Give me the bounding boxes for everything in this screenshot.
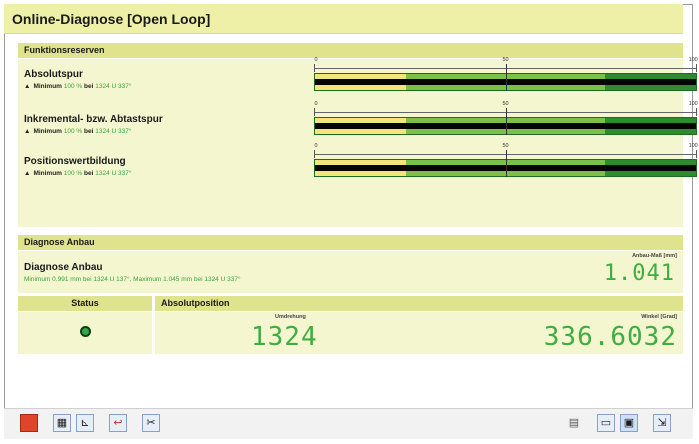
chart-icon[interactable]: ⊾ bbox=[76, 414, 94, 432]
anbau-sub-text: Minimum 0.991 mm bei 1324 U 137°, Maximu… bbox=[24, 276, 241, 283]
reserve-bar-inkremental: 0 50 100 bbox=[314, 101, 698, 136]
angle-label: Winkel [Grad] bbox=[641, 314, 677, 320]
window-icon[interactable]: ▭ bbox=[597, 414, 615, 432]
anbau-row-title: Diagnose Anbau bbox=[24, 262, 103, 273]
anbau-panel: Diagnose Anbau Minimum 0.991 mm bei 1324… bbox=[18, 251, 683, 293]
triangle-icon: ▲ bbox=[24, 128, 31, 135]
row-title-positionswertbildung: Positionswertbildung bbox=[24, 156, 126, 167]
stop-icon[interactable] bbox=[20, 414, 38, 432]
row-sub-inkremental: ▲ Minimum 100 % bei 1324 U 337° bbox=[24, 128, 132, 135]
anbau-measure-value: 1.041 bbox=[603, 261, 675, 286]
save-icon[interactable]: ▤ bbox=[565, 414, 583, 432]
export-icon[interactable]: ⇲ bbox=[653, 414, 671, 432]
status-header: Status bbox=[18, 296, 152, 311]
row-sub-absolutspur: ▲ Minimum 100 % bei 1324 U 337° bbox=[24, 83, 132, 90]
section-funktionsreserven: Funktionsreserven bbox=[18, 43, 683, 58]
absolutposition-panel: Umdrehung 1324 Winkel [Grad] 336.6032 bbox=[155, 312, 683, 354]
turns-label: Umdrehung bbox=[275, 314, 306, 320]
status-led bbox=[80, 326, 91, 337]
tools-icon[interactable]: ✂ bbox=[142, 414, 160, 432]
triangle-icon: ▲ bbox=[24, 170, 31, 177]
split-view-icon[interactable]: ▣ bbox=[620, 414, 638, 432]
angle-value: 336.6032 bbox=[543, 322, 677, 352]
section-diagnose-anbau: Diagnose Anbau bbox=[18, 235, 683, 250]
absolutposition-header: Absolutposition bbox=[155, 296, 683, 311]
grid-icon[interactable]: ▦ bbox=[53, 414, 71, 432]
row-sub-positionswertbildung: ▲ Minimum 100 % bei 1324 U 337° bbox=[24, 170, 132, 177]
turns-value: 1324 bbox=[251, 322, 318, 352]
row-title-absolutspur: Absolutspur bbox=[24, 69, 83, 80]
window-title: Online-Diagnose [Open Loop] bbox=[4, 4, 683, 34]
row-title-inkremental: Inkremental- bzw. Abtastspur bbox=[24, 114, 163, 125]
reserves-panel: Absolutspur ▲ Minimum 100 % bei 1324 U 33… bbox=[18, 57, 698, 227]
triangle-icon: ▲ bbox=[24, 83, 31, 90]
status-panel bbox=[18, 312, 152, 354]
bottom-toolbar bbox=[4, 408, 693, 439]
undo-icon[interactable]: ↩ bbox=[109, 414, 127, 432]
reserve-bar-absolutspur: 0 50 100 bbox=[314, 57, 698, 92]
reserve-bar-positionswertbildung: 0 50 100 bbox=[314, 143, 698, 178]
anbau-measure-label: Anbau-Maß [mm] bbox=[632, 253, 677, 259]
